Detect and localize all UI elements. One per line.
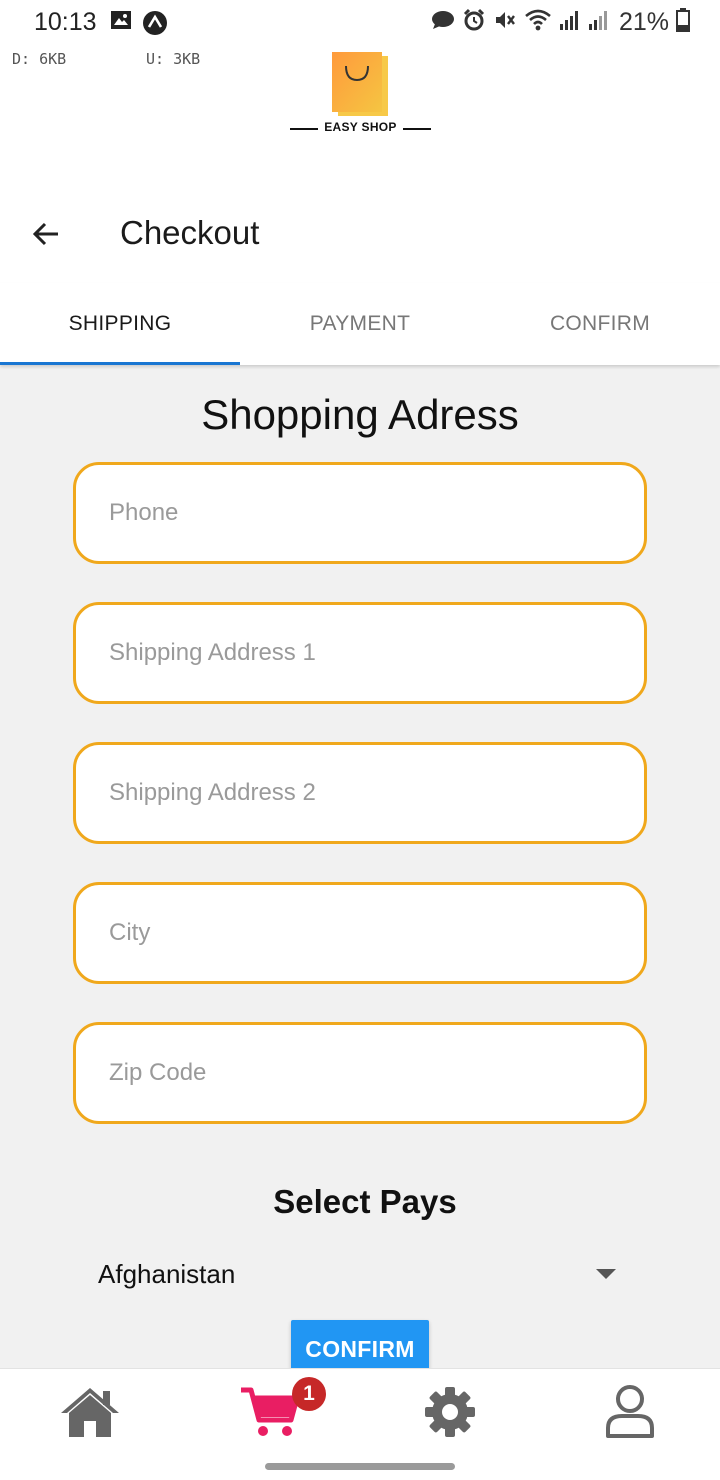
easy-shop-logo: EASY SHOP <box>288 52 433 138</box>
status-time: 10:13 <box>34 8 97 36</box>
chat-icon <box>431 10 455 35</box>
download-speed: D: 6KB <box>12 50 67 68</box>
cart-badge: 1 <box>292 1377 326 1411</box>
zip-field-wrapper <box>73 1022 647 1124</box>
confirm-button[interactable]: CONFIRM <box>291 1320 429 1368</box>
shipping-address-1-input[interactable] <box>76 605 644 701</box>
city-field-wrapper <box>73 882 647 984</box>
battery-percent: 21% <box>618 8 669 36</box>
alarm-icon <box>462 8 486 37</box>
user-icon <box>606 1384 654 1438</box>
shipping-form: Shopping Adress Select Pays Afghanistan … <box>0 365 720 1368</box>
battery-icon <box>676 8 690 37</box>
address1-field-wrapper <box>73 602 647 704</box>
logo-text: EASY SHOP <box>324 120 397 134</box>
shopping-bag-icon <box>332 52 388 116</box>
nav-settings[interactable] <box>360 1369 540 1454</box>
settings-icon <box>425 1386 475 1437</box>
image-notification-icon <box>110 10 132 41</box>
country-selected-value: Afghanistan <box>98 1259 236 1289</box>
back-button[interactable] <box>22 210 70 258</box>
tab-shipping[interactable]: SHIPPING <box>0 283 240 365</box>
country-dropdown[interactable]: Afghanistan <box>98 1251 628 1299</box>
shipping-address-2-input[interactable] <box>76 745 644 841</box>
home-gesture-bar[interactable] <box>265 1463 455 1470</box>
address2-field-wrapper <box>73 742 647 844</box>
phone-input[interactable] <box>76 465 644 561</box>
app-notification-icon <box>142 10 168 41</box>
signal-icon <box>559 9 581 36</box>
tab-payment[interactable]: PAYMENT <box>240 283 480 365</box>
tab-confirm[interactable]: CONFIRM <box>480 283 720 365</box>
city-input[interactable] <box>76 885 644 981</box>
country-select-label: Select Pays <box>273 1183 457 1220</box>
page-title: Checkout <box>120 214 260 251</box>
status-bar: 10:13 21% D: 6KB U: 3KB <box>0 0 720 68</box>
nav-profile[interactable] <box>540 1369 720 1454</box>
gesture-area <box>0 1454 720 1480</box>
upload-speed: U: 3KB <box>146 50 201 68</box>
app-bar: Checkout <box>0 190 720 282</box>
wifi-icon <box>524 8 552 37</box>
home-icon <box>61 1387 119 1437</box>
mute-icon <box>493 8 517 37</box>
dropdown-arrow-icon <box>596 1269 616 1279</box>
arrow-back-icon <box>32 222 58 246</box>
bottom-navigation: 1 <box>0 1368 720 1454</box>
checkout-screen: 10:13 21% D: 6KB U: 3KB EASY SHOP Checko… <box>0 0 720 1480</box>
signal-2-icon <box>588 9 610 36</box>
nav-home[interactable] <box>0 1369 180 1454</box>
phone-field-wrapper <box>73 462 647 564</box>
zip-code-input[interactable] <box>76 1025 644 1121</box>
checkout-tabs: SHIPPING PAYMENT CONFIRM <box>0 283 720 365</box>
form-title: Shopping Adress <box>201 391 519 438</box>
nav-cart[interactable] <box>180 1369 360 1454</box>
